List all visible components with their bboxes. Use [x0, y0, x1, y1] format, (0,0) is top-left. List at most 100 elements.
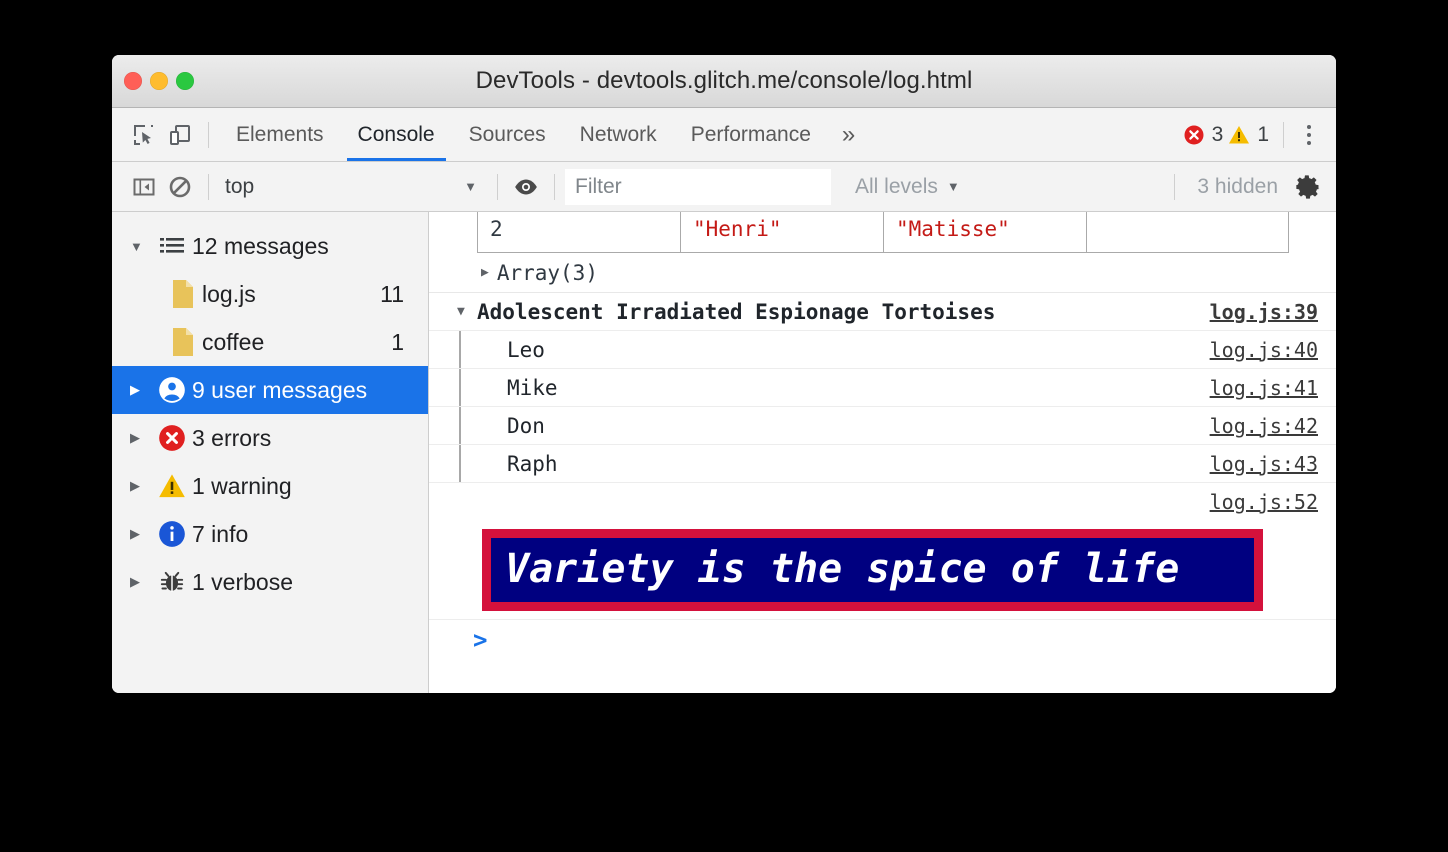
- console-message-row[interactable]: Don log.js:42: [429, 407, 1336, 445]
- table-cell-value: [1087, 212, 1289, 253]
- file-icon: [164, 279, 202, 309]
- sidebar-toggle-icon[interactable]: [126, 170, 162, 204]
- console-toolbar: top ▼ All levels ▼ 3 hidden: [112, 162, 1336, 212]
- table-cell-value: "Matisse": [884, 212, 1087, 253]
- console-message-row[interactable]: Raph log.js:43: [429, 445, 1336, 483]
- user-icon: [152, 376, 192, 404]
- console-group-children: Leo log.js:40 Mike log.js:41 Don log.js:…: [429, 331, 1336, 483]
- warning-icon: [152, 472, 192, 500]
- traffic-lights: [124, 72, 194, 90]
- error-icon: [152, 424, 192, 452]
- warning-count-badge[interactable]: 1: [1227, 123, 1269, 147]
- source-link[interactable]: log.js:42: [1210, 414, 1318, 438]
- chevron-down-icon: ▼: [457, 304, 477, 319]
- sidebar-item-user-messages[interactable]: ▶ 9 user messages: [112, 366, 428, 414]
- hidden-messages-count[interactable]: 3 hidden: [1197, 175, 1278, 199]
- panel-tabs: Elements Console Sources Network Perform…: [219, 108, 869, 161]
- console-sidebar: ▼ 12 messages: [112, 212, 429, 693]
- chevron-down-icon: ▼: [464, 179, 477, 194]
- array-preview-row[interactable]: ▶ Array(3): [429, 253, 1336, 293]
- console-body: ▼ 12 messages: [112, 212, 1336, 693]
- source-link[interactable]: log.js:41: [1210, 376, 1318, 400]
- window-title: DevTools - devtools.glitch.me/console/lo…: [112, 55, 1336, 107]
- tab-network[interactable]: Network: [563, 108, 674, 161]
- sidebar-item-coffee[interactable]: coffee 1: [112, 318, 428, 366]
- clear-console-icon[interactable]: [162, 170, 198, 204]
- console-output[interactable]: 2 "Henri" "Matisse" ▶ Array(3) ▼ Adolesc…: [429, 212, 1336, 693]
- chevron-right-icon: ▶: [130, 430, 152, 446]
- info-icon: [152, 520, 192, 548]
- sidebar-item-label: 1 verbose: [192, 569, 428, 596]
- styled-message-row: Variety is the spice of life: [429, 521, 1336, 620]
- sidebar-item-messages[interactable]: ▼ 12 messages: [112, 222, 428, 270]
- sidebar-item-warnings[interactable]: ▶ 1 warning: [112, 462, 428, 510]
- sidebar-item-label: 9 user messages: [192, 377, 428, 404]
- tab-elements[interactable]: Elements: [219, 108, 341, 161]
- sidebar-item-label: 7 info: [192, 521, 428, 548]
- context-label: top: [225, 175, 254, 199]
- source-link[interactable]: log.js:39: [1210, 300, 1318, 324]
- zoom-button[interactable]: [176, 72, 194, 90]
- gear-icon[interactable]: [1290, 170, 1326, 204]
- sidebar-item-errors[interactable]: ▶ 3 errors: [112, 414, 428, 462]
- source-link[interactable]: log.js:52: [1210, 490, 1318, 514]
- sidebar-item-logjs[interactable]: log.js 11: [112, 270, 428, 318]
- toolbar-divider-4: [1174, 174, 1175, 200]
- more-tabs-button[interactable]: »: [828, 108, 869, 161]
- console-prompt[interactable]: >: [429, 620, 1336, 660]
- tab-performance[interactable]: Performance: [674, 108, 828, 161]
- source-link[interactable]: log.js:43: [1210, 452, 1318, 476]
- chevron-right-icon: ▶: [130, 526, 152, 542]
- error-count: 3: [1212, 123, 1224, 147]
- chevron-down-icon: ▼: [947, 179, 960, 194]
- sidebar-item-info[interactable]: ▶ 7 info: [112, 510, 428, 558]
- close-button[interactable]: [124, 72, 142, 90]
- warning-count: 1: [1257, 123, 1269, 147]
- file-icon: [164, 327, 202, 357]
- chevron-right-icon: ▶: [130, 478, 152, 494]
- sidebar-item-verbose[interactable]: ▶ 1 verbose: [112, 558, 428, 606]
- inspect-element-icon[interactable]: [126, 118, 162, 152]
- list-icon: [152, 236, 192, 256]
- source-link[interactable]: log.js:40: [1210, 338, 1318, 362]
- minimize-button[interactable]: [150, 72, 168, 90]
- execution-context-select[interactable]: top ▼: [219, 170, 487, 204]
- chevron-right-icon: ▶: [130, 574, 152, 590]
- error-count-badge[interactable]: 3: [1182, 123, 1224, 147]
- sidebar-item-label: 3 errors: [192, 425, 428, 452]
- toolbar-divider-3: [554, 174, 555, 200]
- message-text: Mike: [507, 376, 558, 400]
- toolbar-divider-2: [497, 174, 498, 200]
- sidebar-item-count: 11: [380, 281, 428, 308]
- tab-label: Network: [580, 123, 657, 147]
- prompt-chevron-icon: >: [473, 626, 487, 654]
- message-text: Don: [507, 414, 545, 438]
- toolbar-right-area: 3 hidden: [1164, 170, 1326, 204]
- styled-message-source-row: log.js:52: [429, 483, 1336, 521]
- console-group-header[interactable]: ▼ Adolescent Irradiated Espionage Tortoi…: [429, 293, 1336, 331]
- console-table-message: 2 "Henri" "Matisse": [429, 212, 1336, 253]
- tab-console[interactable]: Console: [341, 108, 452, 161]
- message-text: Raph: [507, 452, 558, 476]
- filter-input[interactable]: [565, 169, 831, 205]
- log-level-select[interactable]: All levels ▼: [855, 175, 960, 199]
- kebab-menu-icon[interactable]: [1294, 118, 1324, 152]
- live-expression-eye-icon[interactable]: [508, 170, 544, 204]
- table-cell-value: "Henri": [681, 212, 884, 253]
- tabbar-divider: [208, 122, 209, 148]
- tab-sources[interactable]: Sources: [452, 108, 563, 161]
- chevron-right-icon: ▶: [130, 382, 152, 398]
- console-message-row[interactable]: Mike log.js:41: [429, 369, 1336, 407]
- console-message-row[interactable]: Leo log.js:40: [429, 331, 1336, 369]
- chevron-down-icon: ▼: [130, 239, 152, 254]
- device-toolbar-icon[interactable]: [162, 118, 198, 152]
- tab-label: Performance: [691, 123, 811, 147]
- console-table: 2 "Henri" "Matisse": [477, 212, 1289, 253]
- chevron-right-icon: ▶: [481, 265, 489, 280]
- tab-label: Elements: [236, 123, 324, 147]
- window-title-bar: DevTools - devtools.glitch.me/console/lo…: [112, 55, 1336, 108]
- array-preview-label: Array(3): [497, 261, 598, 285]
- table-row: 2 "Henri" "Matisse": [478, 212, 1289, 253]
- sidebar-item-count: 1: [391, 329, 428, 356]
- log-level-label: All levels: [855, 175, 938, 199]
